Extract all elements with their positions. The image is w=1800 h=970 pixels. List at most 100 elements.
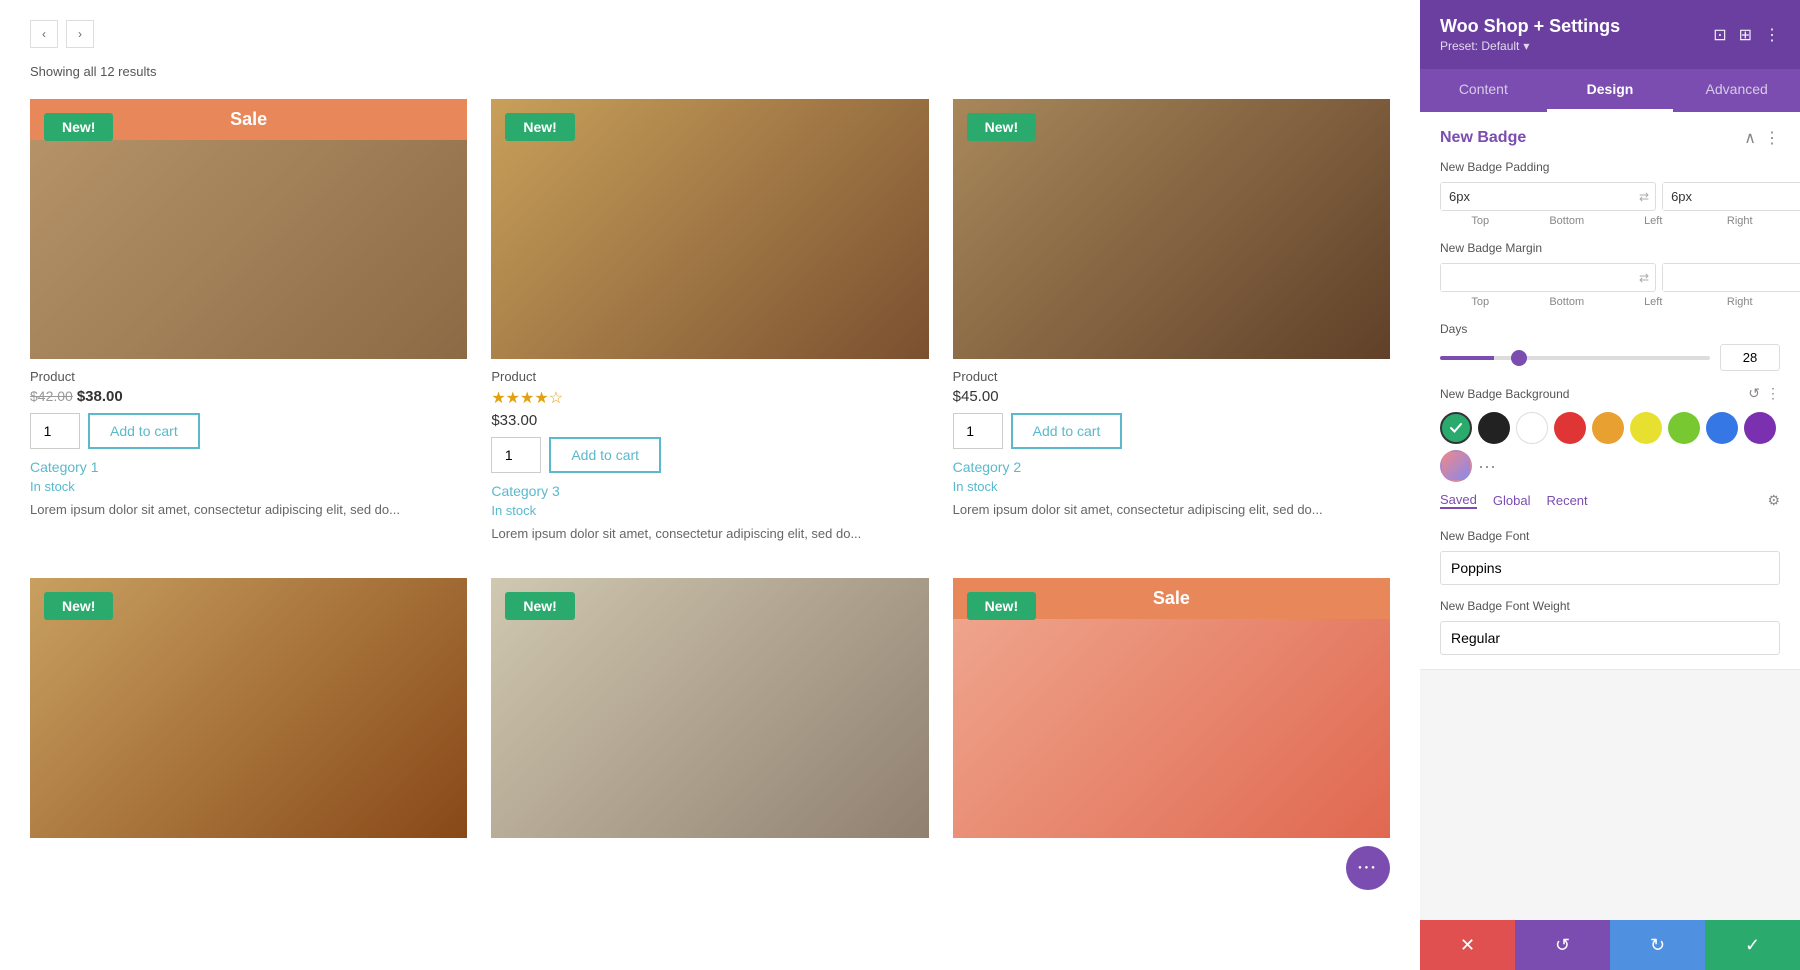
margin-top-input-group: ⇄: [1440, 263, 1656, 292]
screen-icon[interactable]: ⊡: [1713, 25, 1726, 45]
add-to-cart-button[interactable]: Add to cart: [88, 413, 200, 449]
redo-icon: ↻: [1650, 935, 1665, 956]
undo-icon: ↺: [1555, 935, 1570, 956]
margin-left-label: Left: [1613, 296, 1694, 308]
category-link[interactable]: Category 1: [30, 459, 467, 475]
product-image: New!: [30, 578, 467, 838]
link-icon[interactable]: ⇄: [1633, 186, 1655, 208]
padding-inputs: ⇄ ⇄: [1440, 182, 1780, 211]
product-card: New! Product ★★★★☆ $33.00 Add to cart Ca…: [491, 99, 928, 554]
color-swatch-gradient[interactable]: [1440, 450, 1472, 482]
section-title: New Badge: [1440, 129, 1526, 147]
save-button[interactable]: ✓: [1705, 920, 1800, 970]
product-card: New!: [491, 578, 928, 838]
margin-top-input[interactable]: [1441, 264, 1633, 291]
grid-icon[interactable]: ⊞: [1739, 25, 1752, 45]
color-swatch-white[interactable]: [1516, 412, 1548, 444]
color-swatch-green[interactable]: [1440, 412, 1472, 444]
font-weight-select[interactable]: Regular Bold Light: [1440, 621, 1780, 655]
color-swatch-orange[interactable]: [1592, 412, 1624, 444]
color-swatch-lime[interactable]: [1668, 412, 1700, 444]
add-to-cart-button[interactable]: Add to cart: [1011, 413, 1123, 449]
new-badge: New!: [967, 592, 1036, 620]
days-value-input[interactable]: [1720, 344, 1780, 371]
tab-design[interactable]: Design: [1547, 69, 1674, 112]
product-card: Sale New!: [953, 578, 1390, 838]
background-section: New Badge Background ↺ ⋮: [1420, 385, 1800, 529]
more-colors-icon[interactable]: ···: [1478, 456, 1496, 477]
quantity-input[interactable]: [30, 413, 80, 449]
section-options-icon[interactable]: ⋮: [1764, 128, 1780, 148]
reset-color-icon[interactable]: ↺: [1748, 385, 1760, 402]
new-badge: New!: [505, 592, 574, 620]
tab-advanced[interactable]: Advanced: [1673, 69, 1800, 112]
tab-content[interactable]: Content: [1420, 69, 1547, 112]
padding-top-input[interactable]: [1441, 183, 1633, 210]
recent-tab[interactable]: Recent: [1546, 493, 1587, 508]
font-label: New Badge Font: [1440, 529, 1780, 543]
days-label: Days: [1440, 322, 1780, 336]
results-count: Showing all 12 results: [30, 64, 1390, 79]
font-select[interactable]: Poppins Open Sans Roboto: [1440, 551, 1780, 585]
margin-bottom-input[interactable]: [1663, 264, 1800, 291]
margin-bottom-input-group: [1662, 263, 1800, 292]
new-badge: New!: [44, 592, 113, 620]
category-link[interactable]: Category 3: [491, 483, 928, 499]
days-slider-row: [1440, 344, 1780, 371]
add-to-cart-button[interactable]: Add to cart: [549, 437, 661, 473]
product-description: Lorem ipsum dolor sit amet, consectetur …: [30, 500, 467, 520]
link-icon[interactable]: ⇄: [1633, 267, 1655, 289]
color-swatch-red[interactable]: [1554, 412, 1586, 444]
redo-button[interactable]: ↻: [1610, 920, 1705, 970]
next-arrow[interactable]: ›: [66, 20, 94, 48]
product-price: $45.00: [953, 388, 1390, 405]
new-badge: New!: [967, 113, 1036, 141]
product-card: New! Product $45.00 Add to cart Category…: [953, 99, 1390, 554]
product-description: Lorem ipsum dolor sit amet, consectetur …: [953, 500, 1390, 520]
new-badge-section: New Badge ∧ ⋮ New Badge Padding ⇄: [1420, 112, 1800, 670]
color-swatch-yellow[interactable]: [1630, 412, 1662, 444]
color-swatch-blue[interactable]: [1706, 412, 1738, 444]
cancel-button[interactable]: ✕: [1420, 920, 1515, 970]
save-icon: ✓: [1745, 935, 1760, 956]
saved-tab[interactable]: Saved: [1440, 492, 1477, 509]
color-swatch-purple[interactable]: [1744, 412, 1776, 444]
padding-sub-labels: Top Bottom Left Right: [1440, 215, 1780, 227]
undo-button[interactable]: ↺: [1515, 920, 1610, 970]
global-tab[interactable]: Global: [1493, 493, 1531, 508]
color-swatch-black[interactable]: [1478, 412, 1510, 444]
product-info: Product ★★★★☆ $33.00 Add to cart Categor…: [491, 359, 928, 554]
background-label-row: New Badge Background ↺ ⋮: [1440, 385, 1780, 402]
quantity-input[interactable]: [953, 413, 1003, 449]
product-description: Lorem ipsum dolor sit amet, consectetur …: [491, 524, 928, 544]
floating-action-button[interactable]: ●●●: [1346, 846, 1390, 890]
color-saved-tabs: Saved Global Recent ⚙: [1440, 492, 1780, 515]
margin-inputs: ⇄: [1440, 263, 1780, 292]
product-image: New!: [491, 578, 928, 838]
settings-panel: Woo Shop + Settings Preset: Default ▾ ⊡ …: [1420, 0, 1800, 970]
padding-bottom-input[interactable]: [1663, 183, 1800, 210]
section-header: New Badge ∧ ⋮: [1420, 112, 1800, 160]
color-settings-icon[interactable]: ⚙: [1767, 492, 1780, 509]
prev-arrow[interactable]: ‹: [30, 20, 58, 48]
products-grid: Sale New! Product $42.00$38.00 Add to ca…: [30, 99, 1390, 838]
panel-title: Woo Shop + Settings: [1440, 16, 1620, 37]
category-link[interactable]: Category 2: [953, 459, 1390, 475]
color-options-icon[interactable]: ⋮: [1766, 385, 1780, 402]
section-collapse-icon[interactable]: ∧: [1744, 128, 1756, 148]
padding-left-label: Left: [1613, 215, 1694, 227]
new-price: $38.00: [77, 388, 123, 405]
more-options-icon[interactable]: ⋮: [1764, 25, 1780, 45]
padding-bottom-input-group: [1662, 182, 1800, 211]
product-price: $42.00$38.00: [30, 388, 467, 405]
navigation-arrows: ‹ ›: [30, 20, 1390, 48]
cancel-icon: ✕: [1460, 935, 1475, 956]
price-value: $33.00: [491, 412, 537, 429]
days-slider[interactable]: [1440, 356, 1710, 360]
product-type: Product: [491, 369, 928, 384]
product-image: New!: [953, 99, 1390, 359]
quantity-input[interactable]: [491, 437, 541, 473]
product-rating: ★★★★☆: [491, 388, 928, 408]
stock-status: In stock: [953, 479, 1390, 494]
padding-right-label: Right: [1700, 215, 1781, 227]
